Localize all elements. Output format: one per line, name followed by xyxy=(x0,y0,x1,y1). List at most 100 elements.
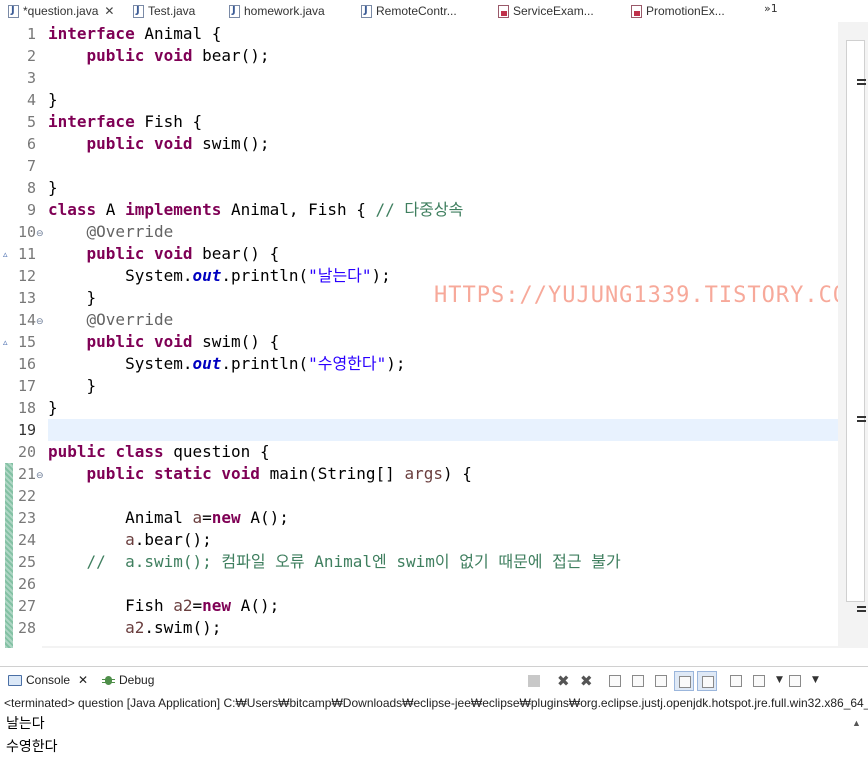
line-number: 25 xyxy=(17,553,36,571)
line-number: 7 xyxy=(26,157,36,175)
line-number: 12 xyxy=(17,267,36,285)
code-line-24: a.bear(); xyxy=(48,529,212,551)
close-icon[interactable]: ✕ xyxy=(104,4,114,18)
overview-ruler-marker[interactable] xyxy=(857,79,866,85)
class-file-icon xyxy=(631,4,642,18)
static-field: out xyxy=(192,266,222,285)
fold-collapse-icon[interactable]: ⊖ xyxy=(36,318,44,327)
tab-question-java[interactable]: *question.java ✕ xyxy=(0,0,125,22)
current-line-highlight xyxy=(48,419,868,441)
console-output[interactable]: 날는다 수영한다 xyxy=(6,713,58,759)
code-text: main(String[] xyxy=(259,464,405,483)
static-field: out xyxy=(192,354,222,373)
remove-launch-button[interactable]: ✖ xyxy=(553,671,573,691)
code-text: A(); xyxy=(240,508,289,527)
keyword: public xyxy=(48,442,106,461)
chevron-down-icon: ▼ xyxy=(812,675,819,685)
horizontal-scrollbar[interactable]: ◀ ▶ xyxy=(42,646,838,648)
code-line-21: public static void main(String[] args) { xyxy=(48,463,472,485)
line-number: 1 xyxy=(26,25,36,43)
line-number: 23 xyxy=(17,509,36,527)
code-line-11: public void bear() { xyxy=(48,243,280,265)
code-line-14: @Override xyxy=(48,309,174,331)
tab-label: RemoteContr... xyxy=(376,4,457,18)
overview-ruler-marker[interactable] xyxy=(857,416,866,422)
tab-label: homework.java xyxy=(244,4,325,18)
vertical-scrollbar[interactable] xyxy=(838,22,868,648)
line-number: 22 xyxy=(17,487,36,505)
line-number: 8 xyxy=(26,179,36,197)
overview-ruler-marker[interactable] xyxy=(857,606,866,612)
fold-collapse-icon[interactable]: ⊖ xyxy=(36,230,44,239)
line-number: 16 xyxy=(17,355,36,373)
terminate-button[interactable] xyxy=(524,671,544,691)
show-on-stderr-button[interactable] xyxy=(697,671,717,691)
display-console-dropdown[interactable]: ▼ xyxy=(772,671,783,691)
tab-test-java[interactable]: Test.java xyxy=(125,0,221,22)
keyword: interface xyxy=(48,112,135,131)
tab-overflow-button[interactable]: »1 xyxy=(764,2,778,15)
tab-homework-java[interactable]: homework.java xyxy=(221,0,353,22)
output-line: 수영한다 xyxy=(6,739,58,755)
show-on-stdout-button[interactable] xyxy=(674,671,694,691)
line-number: 26 xyxy=(17,575,36,593)
tab-label: Debug xyxy=(119,673,155,687)
keyword: public xyxy=(86,244,145,263)
line-number: 17 xyxy=(17,377,36,395)
parameter: args xyxy=(404,464,443,483)
clear-console-icon xyxy=(609,675,621,687)
local-variable: a xyxy=(192,508,203,527)
code-text: Fish xyxy=(48,596,174,615)
open-console-dropdown[interactable]: ▼ xyxy=(808,671,819,691)
comment: // a.swim(); 컴파일 오류 Animal엔 swim이 없기 때문에… xyxy=(48,552,621,571)
class-file-icon xyxy=(498,4,509,18)
editor-tab-bar: *question.java ✕ Test.java homework.java… xyxy=(0,0,868,23)
close-icon[interactable]: ✕ xyxy=(78,673,88,687)
word-wrap-button[interactable] xyxy=(651,671,671,691)
code-line-27: Fish a2=new A(); xyxy=(48,595,279,617)
code-line-15: public void swim() { xyxy=(48,331,280,353)
scrollbar-thumb[interactable] xyxy=(846,40,865,602)
java-file-icon xyxy=(8,4,19,18)
tab-debug[interactable]: Debug xyxy=(102,667,154,694)
code-text: Animal, Fish { xyxy=(221,200,376,219)
open-console-button[interactable] xyxy=(785,671,805,691)
code-text: ) { xyxy=(442,464,472,483)
string-literal: "날는다" xyxy=(308,266,372,285)
line-number: 5 xyxy=(26,113,36,131)
local-variable: a xyxy=(125,530,135,549)
console-vertical-scrollbar[interactable]: ▲ xyxy=(852,713,866,768)
keyword: new xyxy=(202,596,232,615)
tab-label: *question.java xyxy=(23,4,99,18)
pin-console-button[interactable] xyxy=(726,671,746,691)
code-area[interactable]: interface Animal { public void bear(); }… xyxy=(48,22,868,648)
tab-promotion-example[interactable]: PromotionEx... xyxy=(623,0,763,22)
string-literal: "수영한다" xyxy=(308,354,387,373)
scroll-up-icon[interactable]: ▲ xyxy=(852,718,861,728)
code-text: System. xyxy=(48,354,193,373)
line-number: 2 xyxy=(26,47,36,65)
code-editor[interactable]: 1 2 3 4 5 6 7 8 9 10 11 12 13 14 15 16 1… xyxy=(0,22,868,648)
keyword: public xyxy=(86,46,145,65)
code-line-17: } xyxy=(48,375,97,397)
code-text: = xyxy=(202,508,212,527)
clear-console-button[interactable] xyxy=(605,671,625,691)
scroll-lock-button[interactable] xyxy=(628,671,648,691)
tab-service-example[interactable]: ServiceExam... xyxy=(490,0,623,22)
keyword: static xyxy=(153,464,212,483)
fold-collapse-icon[interactable]: ⊖ xyxy=(36,472,44,481)
open-console-icon xyxy=(789,675,801,687)
tab-remote-controller[interactable]: RemoteContr... xyxy=(353,0,490,22)
keyword: interface xyxy=(48,24,135,43)
code-text: } xyxy=(48,90,58,109)
display-console-button[interactable] xyxy=(749,671,769,691)
tab-console[interactable]: Console ✕ xyxy=(8,667,88,694)
remove-all-terminated-button[interactable]: ✖ xyxy=(576,671,596,691)
